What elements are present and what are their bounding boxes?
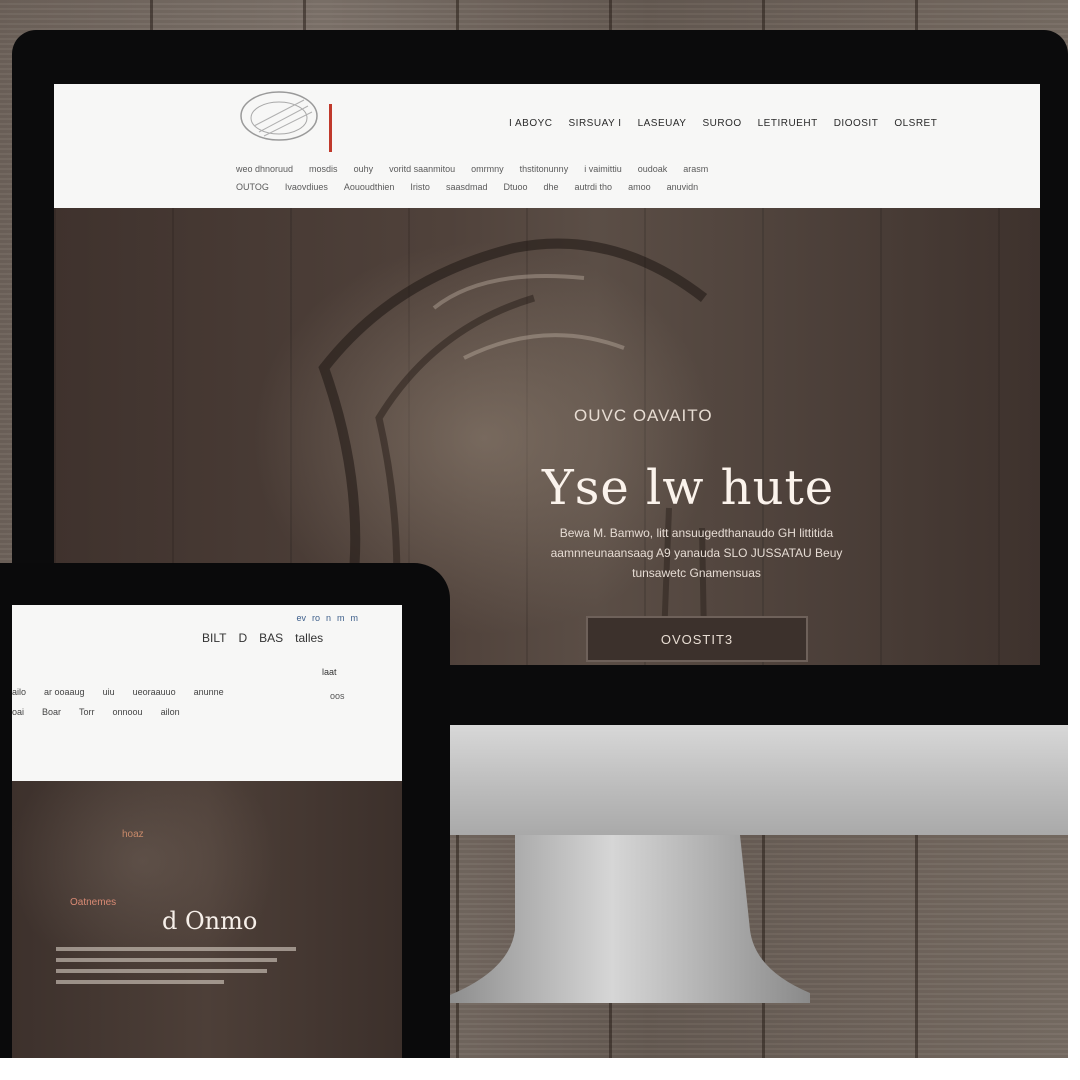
image-border bbox=[0, 1058, 1080, 1080]
subnav-link[interactable]: ueoraauuo bbox=[133, 687, 176, 697]
hero-cta-button[interactable]: OVOSTIT3 bbox=[586, 616, 808, 662]
tablet-website-screen: ev ro n m m BILT D BAS talles laat oos a… bbox=[12, 605, 402, 1058]
subnav-link[interactable]: ar ooaaug bbox=[44, 687, 85, 697]
subnav-link[interactable]: uiu bbox=[103, 687, 115, 697]
subnav-link[interactable]: thstitonunny bbox=[520, 164, 569, 174]
hero-description: Bewa M. Bamwo, litt ansuugedthanaudo GH … bbox=[550, 526, 843, 580]
tablet-menu-link[interactable]: oos bbox=[330, 691, 345, 701]
subnav-link[interactable]: ouhy bbox=[354, 164, 374, 174]
subnav-link[interactable]: OUTOG bbox=[236, 182, 269, 192]
tablet-subnav-row-1: ailo ar ooaaug uiu ueoraauuo anunne bbox=[12, 687, 224, 697]
nav-item[interactable]: talles bbox=[295, 631, 323, 645]
subnav-link[interactable]: Ivaovdiues bbox=[285, 182, 328, 192]
primary-nav: I ABOYC SIRSUAY I LASEUAY SUROO LETIRUEH… bbox=[509, 118, 937, 129]
subnav-link[interactable]: mosdis bbox=[309, 164, 338, 174]
apple-logo-icon bbox=[588, 755, 644, 809]
subnav-link[interactable]: oai bbox=[12, 707, 24, 717]
nav-item[interactable]: DIOOSIT bbox=[834, 118, 879, 129]
tablet-hero-section: hoaz Oatnemes d Onmo bbox=[12, 781, 402, 1058]
subnav-link[interactable]: ailon bbox=[161, 707, 180, 717]
imac-chin bbox=[450, 725, 1068, 835]
secondary-nav-row-1: weo dhnoruud mosdis ouhy voritd saanmito… bbox=[236, 164, 708, 174]
subnav-link[interactable]: Torr bbox=[79, 707, 95, 717]
nav-item[interactable]: SIRSUAY I bbox=[569, 118, 622, 129]
nav-item[interactable]: D bbox=[238, 631, 247, 645]
nav-item[interactable]: LETIRUEHT bbox=[758, 118, 818, 129]
subnav-link[interactable]: dhe bbox=[544, 182, 559, 192]
tablet-primary-nav: BILT D BAS talles bbox=[202, 631, 323, 645]
subnav-link[interactable]: autrdi tho bbox=[575, 182, 613, 192]
tablet-social-icons: ev ro n m m bbox=[296, 613, 358, 623]
nav-item[interactable]: SUROO bbox=[702, 118, 741, 129]
tablet-hero-eyebrow: hoaz bbox=[122, 829, 144, 840]
site-logo[interactable] bbox=[234, 86, 339, 156]
nav-item[interactable]: OLSRET bbox=[894, 118, 937, 129]
subnav-link[interactable]: anunne bbox=[194, 687, 224, 697]
social-icon[interactable]: m bbox=[337, 613, 345, 623]
tablet-subnav-row-2: oai Boar Torr onnoou ailon bbox=[12, 707, 180, 717]
image-border bbox=[1068, 0, 1080, 1080]
subnav-link[interactable]: saasdmad bbox=[446, 182, 488, 192]
nav-item[interactable]: BAS bbox=[259, 631, 283, 645]
subnav-link[interactable]: ailo bbox=[12, 687, 26, 697]
subnav-link[interactable]: voritd saanmitou bbox=[389, 164, 455, 174]
subnav-link[interactable]: omrmny bbox=[471, 164, 504, 174]
subnav-link[interactable]: amoo bbox=[628, 182, 651, 192]
social-icon[interactable]: ev bbox=[296, 613, 306, 623]
tablet-hero-title: d Onmo bbox=[162, 907, 258, 935]
hero-eyebrow: OUVC OAVAITO bbox=[574, 406, 713, 425]
tablet-hero-kicker: Oatnemes bbox=[70, 897, 117, 908]
secondary-nav-row-2: OUTOG Ivaovdiues Aououdthien Iristo saas… bbox=[236, 182, 698, 192]
hero-title: Yse lw hute bbox=[542, 460, 835, 516]
tablet-hero-text-lines bbox=[56, 947, 296, 991]
subnav-link[interactable]: weo dhnoruud bbox=[236, 164, 293, 174]
nav-item[interactable]: I ABOYC bbox=[509, 118, 553, 129]
subnav-link[interactable]: arasm bbox=[683, 164, 708, 174]
social-icon[interactable]: n bbox=[326, 613, 331, 623]
subnav-link[interactable]: Iristo bbox=[410, 182, 430, 192]
tablet-menu-link[interactable]: laat bbox=[322, 667, 337, 677]
subnav-link[interactable]: Dtuoo bbox=[503, 182, 527, 192]
imac-stand bbox=[450, 835, 810, 1003]
social-icon[interactable]: m bbox=[351, 613, 359, 623]
subnav-link[interactable]: anuvidn bbox=[667, 182, 699, 192]
nav-item[interactable]: LASEUAY bbox=[638, 118, 687, 129]
social-icon[interactable]: ro bbox=[312, 613, 320, 623]
site-header: I ABOYC SIRSUAY I LASEUAY SUROO LETIRUEH… bbox=[54, 84, 1040, 208]
subnav-link[interactable]: i vaimittiu bbox=[584, 164, 622, 174]
subnav-link[interactable]: oudoak bbox=[638, 164, 668, 174]
subnav-link[interactable]: Boar bbox=[42, 707, 61, 717]
subnav-link[interactable]: onnoou bbox=[113, 707, 143, 717]
tablet-header: ev ro n m m BILT D BAS talles laat oos a… bbox=[12, 605, 402, 781]
subnav-link[interactable]: Aououdthien bbox=[344, 182, 395, 192]
nav-item[interactable]: BILT bbox=[202, 631, 226, 645]
